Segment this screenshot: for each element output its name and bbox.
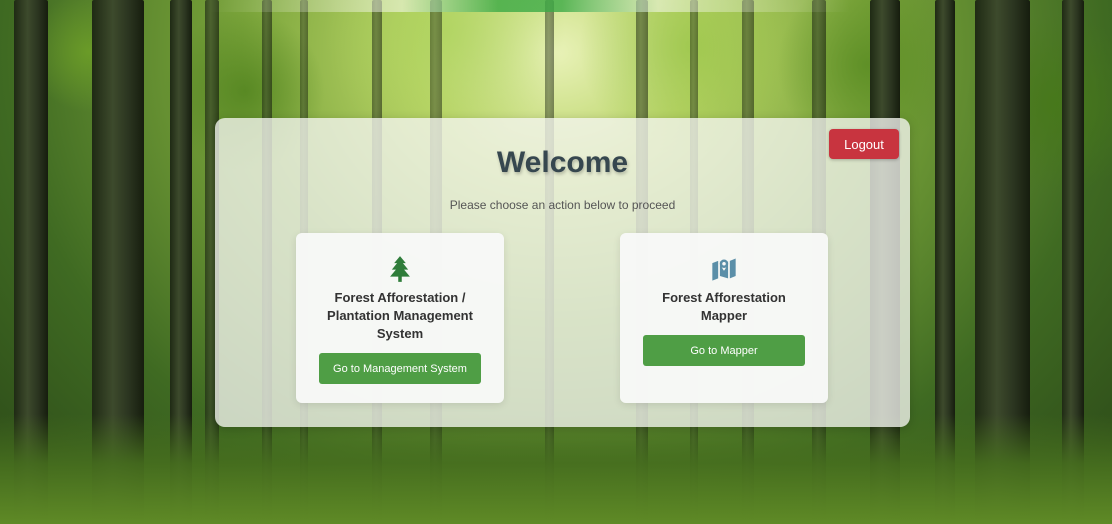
- go-to-management-system-button[interactable]: Go to Management System: [319, 353, 481, 384]
- top-banner-stripe: [210, 0, 850, 12]
- management-system-card: Forest Afforestation / Plantation Manage…: [296, 233, 504, 403]
- map-icon: [712, 258, 736, 281]
- mapper-title: Forest Afforestation Mapper: [662, 290, 786, 323]
- screen: Logout Welcome Please choose an action b…: [0, 0, 1112, 524]
- page-subtitle: Please choose an action below to proceed: [449, 198, 676, 212]
- welcome-panel: Logout Welcome Please choose an action b…: [215, 118, 910, 427]
- forest-ground: [0, 414, 1112, 524]
- tree-icon: [390, 256, 410, 282]
- go-to-mapper-button[interactable]: Go to Mapper: [643, 335, 805, 366]
- page-title: Welcome: [496, 146, 629, 179]
- mapper-card: Forest Afforestation Mapper Go to Mapper: [620, 233, 828, 403]
- management-system-title: Forest Afforestation / Plantation Manage…: [327, 290, 473, 341]
